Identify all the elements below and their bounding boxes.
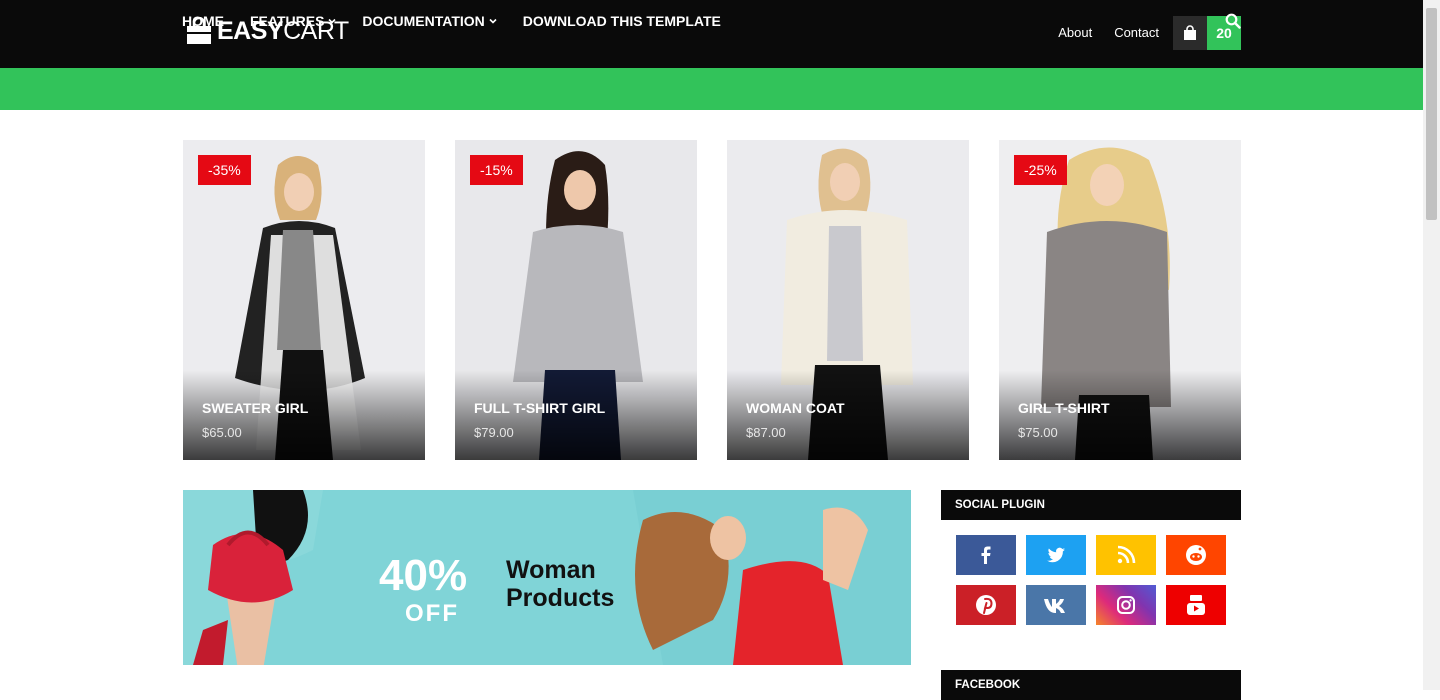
banner-line-2: Products xyxy=(506,584,615,612)
banner-headline: Woman Products xyxy=(506,556,614,612)
social-plugin-title: SOCIAL PLUGIN xyxy=(941,490,1241,520)
youtube-button[interactable] xyxy=(1166,585,1226,625)
main-nav-bar xyxy=(0,68,1423,110)
reddit-button[interactable] xyxy=(1166,535,1226,575)
instagram-icon xyxy=(1117,596,1135,614)
rss-button[interactable] xyxy=(1096,535,1156,575)
youtube-icon xyxy=(1187,595,1205,615)
rss-icon xyxy=(1117,545,1136,564)
cart-bag-icon xyxy=(1184,25,1196,40)
product-price: $75.00 xyxy=(1018,425,1058,440)
header-links: About Contact xyxy=(1058,25,1159,40)
nav-download-template[interactable]: DOWNLOAD THIS TEMPLATE xyxy=(523,13,721,29)
product-card[interactable]: -25% GIRL T-SHIRT $75.00 xyxy=(999,140,1241,460)
product-name[interactable]: GIRL T-SHIRT xyxy=(1018,400,1110,416)
facebook-button[interactable] xyxy=(956,535,1016,575)
product-card[interactable]: WOMAN COAT $87.00 xyxy=(727,140,969,460)
product-name[interactable]: FULL T-SHIRT GIRL xyxy=(474,400,605,416)
product-name[interactable]: WOMAN COAT xyxy=(746,400,845,416)
banner-discount-percent: 40% xyxy=(379,551,468,600)
nav-documentation-label: DOCUMENTATION xyxy=(362,13,485,29)
social-buttons xyxy=(956,535,1226,625)
facebook-widget-title: FACEBOOK xyxy=(941,670,1241,700)
vk-icon xyxy=(1044,599,1065,613)
chevron-down-icon xyxy=(489,18,497,24)
product-card[interactable]: -15% FULL T-SHIRT GIRL $79.00 xyxy=(455,140,697,460)
contact-link[interactable]: Contact xyxy=(1114,25,1159,40)
promo-banner[interactable]: 40% OFF Woman Products xyxy=(183,490,911,665)
discount-badge: -15% xyxy=(470,155,523,185)
nav-home[interactable]: HOME xyxy=(182,13,224,29)
facebook-icon xyxy=(981,546,991,564)
search-icon[interactable] xyxy=(1225,13,1241,29)
scrollbar-thumb[interactable] xyxy=(1426,8,1437,220)
main-nav: HOME FEATURES DOCUMENTATION DOWNLOAD THI… xyxy=(182,0,721,42)
banner-off-label: OFF xyxy=(405,600,459,627)
discount-badge: -25% xyxy=(1014,155,1067,185)
chevron-down-icon xyxy=(328,18,336,24)
instagram-button[interactable] xyxy=(1096,585,1156,625)
banner-line-1: Woman xyxy=(506,556,596,584)
product-card[interactable]: -35% SWEATER GIRL $65.00 xyxy=(183,140,425,460)
product-price: $79.00 xyxy=(474,425,514,440)
product-price: $87.00 xyxy=(746,425,786,440)
nav-documentation[interactable]: DOCUMENTATION xyxy=(362,13,497,29)
nav-features-label: FEATURES xyxy=(250,13,325,29)
cart-button[interactable] xyxy=(1173,16,1207,50)
pinterest-icon xyxy=(976,595,996,615)
reddit-icon xyxy=(1186,545,1206,565)
twitter-icon xyxy=(1047,547,1065,563)
product-name[interactable]: SWEATER GIRL xyxy=(202,400,308,416)
pinterest-button[interactable] xyxy=(956,585,1016,625)
nav-download-label: DOWNLOAD THIS TEMPLATE xyxy=(522,13,721,29)
about-link[interactable]: About xyxy=(1058,25,1092,40)
nav-features[interactable]: FEATURES xyxy=(250,13,336,29)
product-price: $65.00 xyxy=(202,425,242,440)
discount-badge: -35% xyxy=(198,155,251,185)
nav-home-label: HOME xyxy=(182,13,224,29)
twitter-button[interactable] xyxy=(1026,535,1086,575)
vk-button[interactable] xyxy=(1026,585,1086,625)
